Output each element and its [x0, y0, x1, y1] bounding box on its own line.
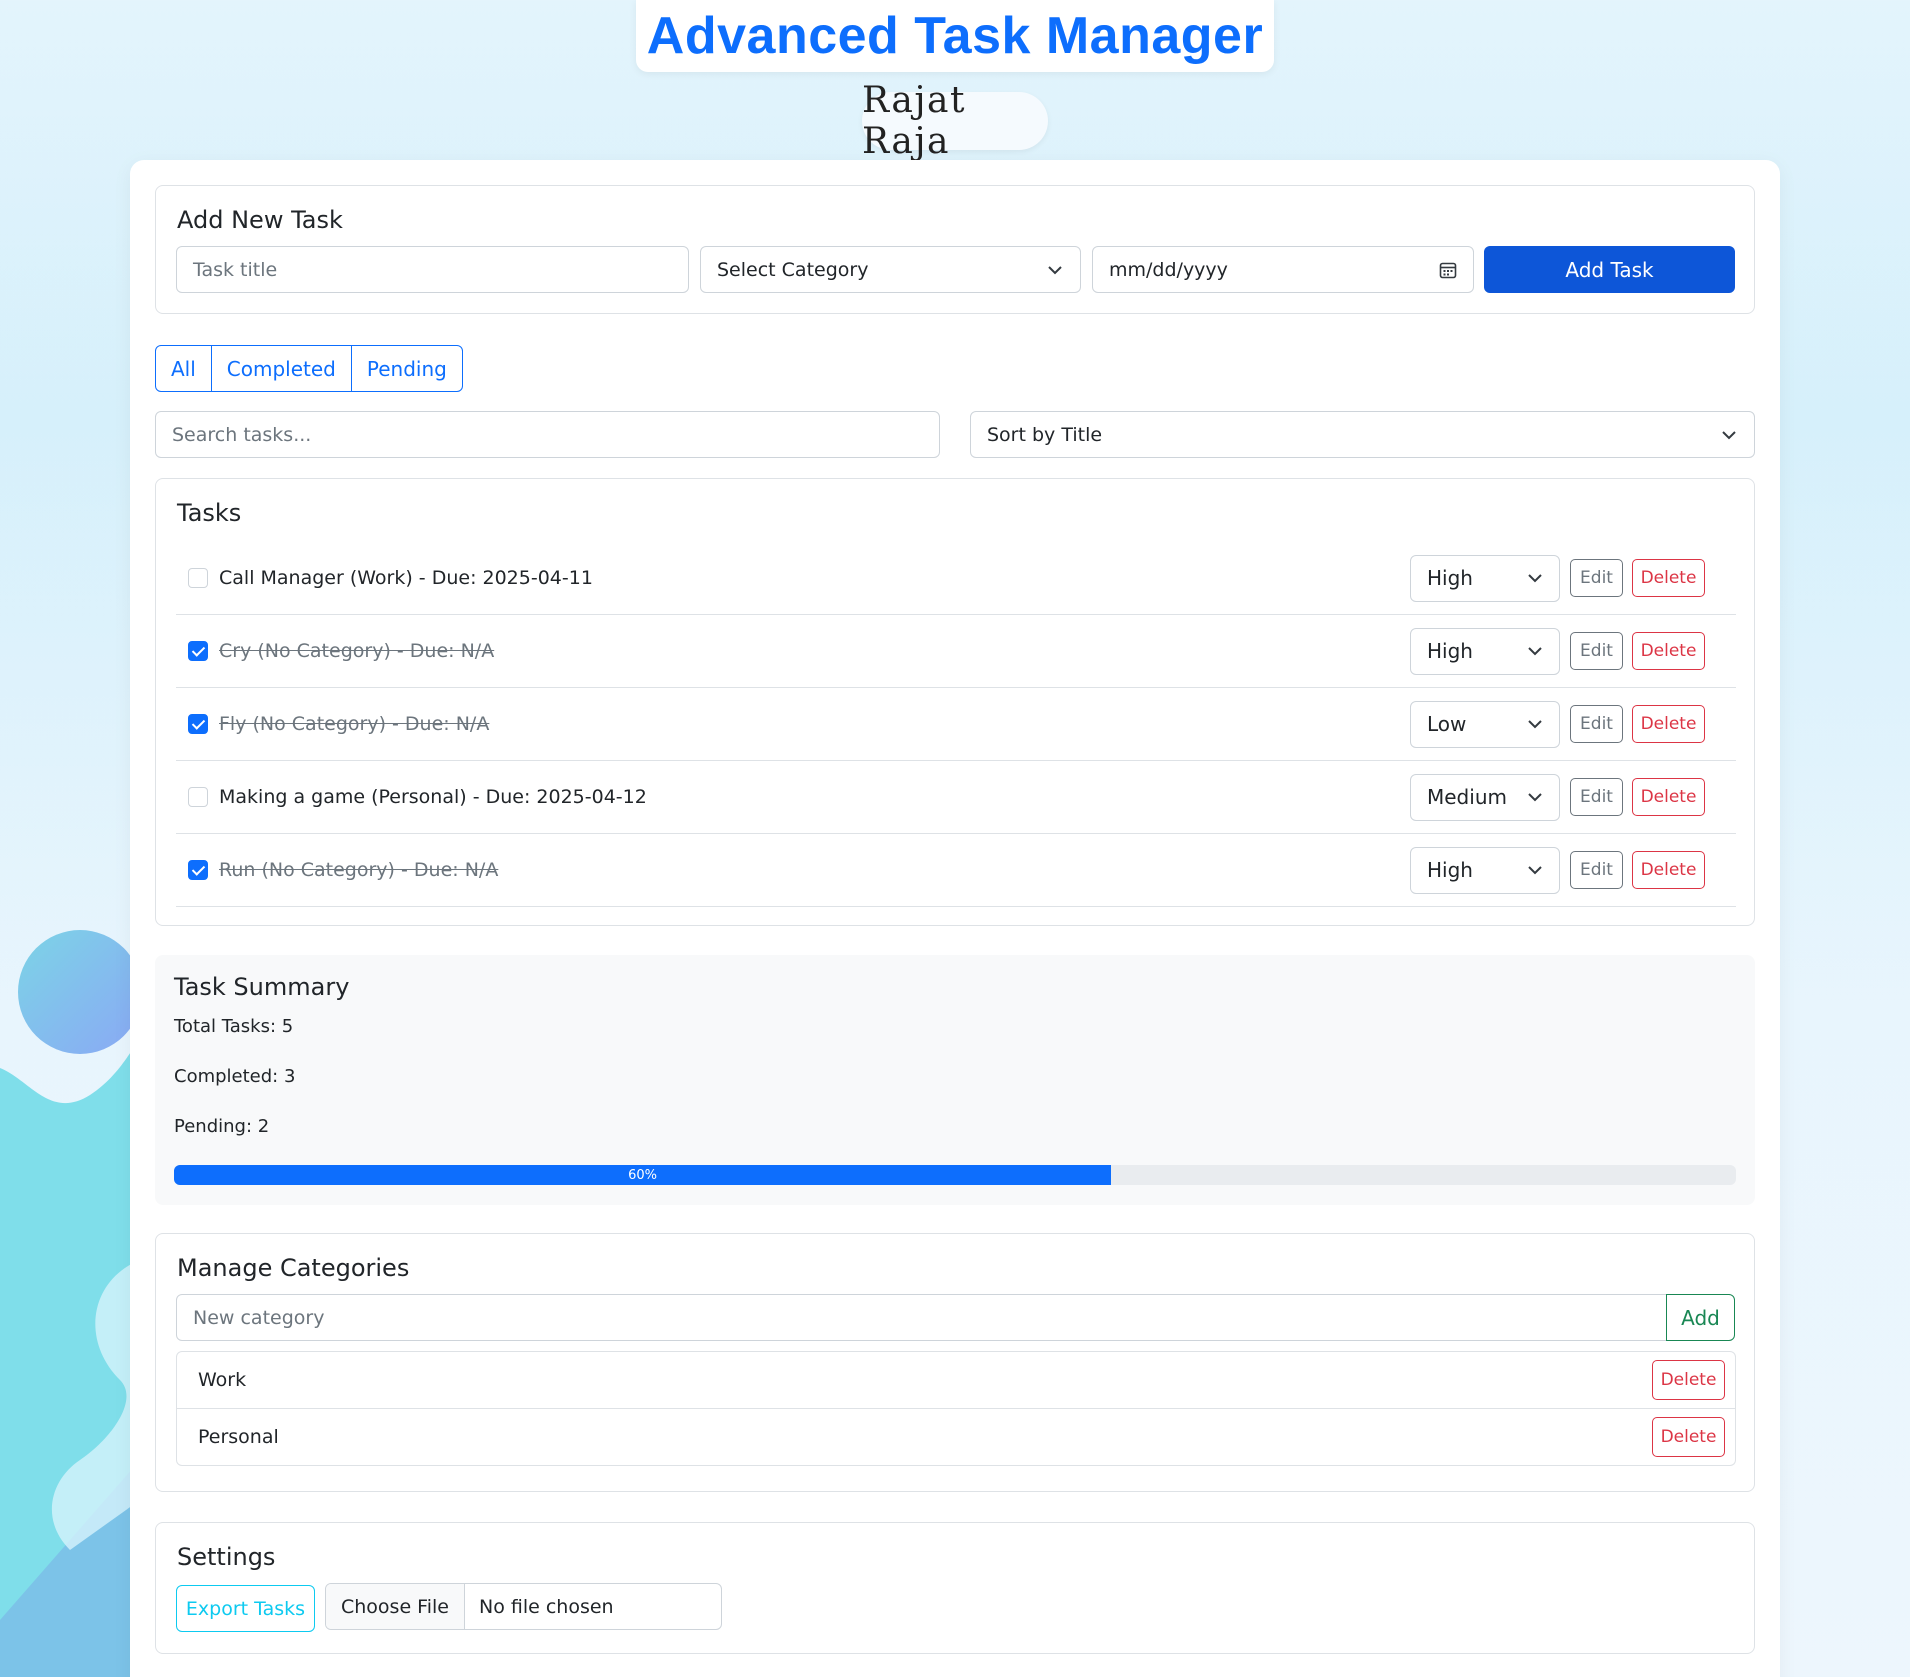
edit-task-button[interactable]: Edit	[1570, 632, 1623, 670]
export-tasks-button[interactable]: Export Tasks	[176, 1585, 315, 1632]
main-container: Add New Task Task title Select Category …	[130, 160, 1780, 1677]
chevron-down-icon	[1528, 720, 1542, 729]
category-name: Work	[198, 1369, 247, 1391]
delete-category-button[interactable]: Delete	[1652, 1416, 1725, 1457]
category-item: Work Delete	[176, 1351, 1736, 1409]
task-text: Call Manager (Work) - Due: 2025-04-11	[219, 567, 593, 589]
summary-heading: Task Summary	[174, 973, 350, 1001]
add-task-button[interactable]: Add Task	[1484, 246, 1735, 293]
task-text: Run (No Category) - Due: N/A	[219, 859, 499, 881]
sort-select[interactable]: Sort by Title	[970, 411, 1755, 458]
filter-all-button[interactable]: All	[156, 346, 212, 391]
chevron-down-icon	[1528, 866, 1542, 875]
priority-select[interactable]: Low	[1410, 700, 1560, 748]
task-checkbox[interactable]	[188, 641, 208, 661]
progress-bar-track: 60%	[174, 1165, 1736, 1185]
file-input[interactable]: Choose File No file chosen	[325, 1583, 722, 1630]
delete-task-button[interactable]: Delete	[1632, 851, 1705, 889]
task-row: Fly (No Category) - Due: N/A Low Edit De…	[176, 688, 1736, 761]
edit-task-button[interactable]: Edit	[1570, 778, 1623, 816]
filter-button-group: All Completed Pending	[155, 345, 463, 392]
chevron-down-icon	[1046, 261, 1064, 279]
delete-task-button[interactable]: Delete	[1632, 632, 1705, 670]
delete-task-button[interactable]: Delete	[1632, 778, 1705, 816]
categories-heading: Manage Categories	[177, 1254, 410, 1282]
background-decoration	[0, 1040, 140, 1677]
calendar-icon[interactable]	[1439, 261, 1457, 279]
task-row: Cry (No Category) - Due: N/A High Edit D…	[176, 615, 1736, 688]
edit-task-button[interactable]: Edit	[1570, 705, 1623, 743]
edit-task-button[interactable]: Edit	[1570, 851, 1623, 889]
total-tasks-text: Total Tasks: 5	[174, 1016, 294, 1037]
chevron-down-icon	[1528, 574, 1542, 583]
task-row: Making a game (Personal) - Due: 2025-04-…	[176, 761, 1736, 834]
edit-task-button[interactable]: Edit	[1570, 559, 1623, 597]
chevron-down-icon	[1528, 647, 1542, 656]
filter-completed-button[interactable]: Completed	[212, 346, 352, 391]
task-text: Fly (No Category) - Due: N/A	[219, 713, 490, 735]
add-category-button[interactable]: Add	[1666, 1294, 1735, 1341]
task-row: Run (No Category) - Due: N/A High Edit D…	[176, 834, 1736, 907]
pending-count-text: Pending: 2	[174, 1116, 270, 1137]
task-title-input[interactable]: Task title	[176, 246, 689, 293]
chevron-down-icon	[1720, 426, 1738, 444]
category-item: Personal Delete	[176, 1408, 1736, 1466]
choose-file-button[interactable]: Choose File	[326, 1584, 465, 1629]
tasks-heading: Tasks	[177, 499, 242, 527]
priority-select[interactable]: High	[1410, 627, 1560, 675]
priority-select[interactable]: High	[1410, 846, 1560, 894]
manage-categories-card: Manage Categories New category Add Work …	[155, 1233, 1755, 1492]
settings-heading: Settings	[177, 1543, 276, 1571]
add-task-heading: Add New Task	[177, 206, 343, 234]
add-task-card: Add New Task Task title Select Category …	[155, 185, 1755, 314]
due-date-input[interactable]: mm/dd/yyyy	[1092, 246, 1474, 293]
progress-bar-fill: 60%	[174, 1165, 1112, 1185]
new-category-input[interactable]: New category	[176, 1294, 1676, 1341]
tasks-card: Tasks Call Manager (Work) - Due: 2025-04…	[155, 478, 1755, 926]
task-summary-panel: Task Summary Total Tasks: 5 Completed: 3…	[155, 955, 1755, 1205]
task-checkbox[interactable]	[188, 568, 208, 588]
app-title-box: Advanced Task Manager	[636, 0, 1274, 72]
delete-category-button[interactable]: Delete	[1652, 1360, 1725, 1400]
search-input[interactable]: Search tasks...	[155, 411, 940, 458]
task-checkbox[interactable]	[188, 787, 208, 807]
filter-pending-button[interactable]: Pending	[352, 346, 462, 391]
chevron-down-icon	[1528, 793, 1542, 802]
priority-select[interactable]: High	[1410, 554, 1560, 602]
settings-card: Settings Export Tasks Choose File No fil…	[155, 1522, 1755, 1654]
task-text: Cry (No Category) - Due: N/A	[219, 640, 495, 662]
background-circle	[18, 930, 142, 1054]
delete-task-button[interactable]: Delete	[1632, 559, 1705, 597]
no-file-text: No file chosen	[478, 1595, 614, 1618]
task-checkbox[interactable]	[188, 714, 208, 734]
task-row: Call Manager (Work) - Due: 2025-04-11 Hi…	[176, 542, 1736, 615]
priority-select[interactable]: Medium	[1410, 773, 1560, 821]
delete-task-button[interactable]: Delete	[1632, 705, 1705, 743]
task-text: Making a game (Personal) - Due: 2025-04-…	[219, 786, 647, 808]
author-name: Rajat Raja	[862, 80, 966, 162]
completed-count-text: Completed: 3	[174, 1066, 296, 1087]
app-title: Advanced Task Manager	[646, 7, 1264, 65]
category-select[interactable]: Select Category	[700, 246, 1081, 293]
author-badge: Rajat Raja	[862, 80, 1048, 162]
task-checkbox[interactable]	[188, 860, 208, 880]
category-name: Personal	[198, 1425, 279, 1448]
